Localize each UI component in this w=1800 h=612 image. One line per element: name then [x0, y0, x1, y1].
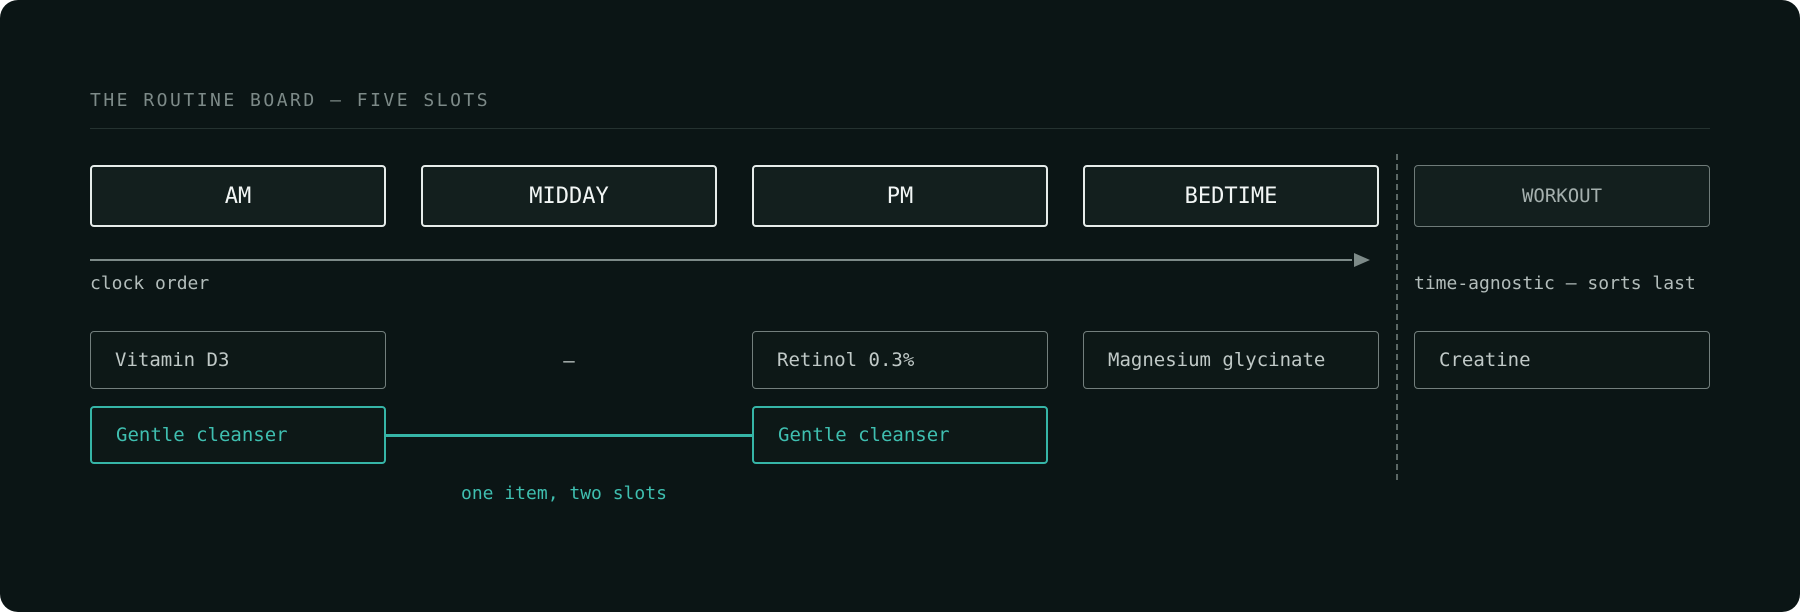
- title-divider: [90, 128, 1710, 129]
- item-vitamin-d3[interactable]: Vitamin D3: [90, 331, 386, 389]
- clock-order-arrow: [90, 253, 1370, 267]
- slot-header-pm[interactable]: PM: [752, 165, 1048, 227]
- slot-header-bedtime[interactable]: BEDTIME: [1083, 165, 1379, 227]
- item-retinol[interactable]: Retinol 0.3%: [752, 331, 1048, 389]
- workout-divider: [1396, 154, 1398, 480]
- clock-order-note: clock order: [90, 273, 210, 294]
- shared-item-connector: [386, 434, 752, 437]
- midday-empty-marker: —: [563, 350, 575, 372]
- time-agnostic-note: time-agnostic — sorts last: [1414, 273, 1696, 294]
- item-gentle-cleanser-am[interactable]: Gentle cleanser: [90, 406, 386, 464]
- shared-item-note: one item, two slots: [461, 483, 667, 504]
- slot-header-midday[interactable]: MIDDAY: [421, 165, 717, 227]
- item-creatine[interactable]: Creatine: [1414, 331, 1710, 389]
- slot-header-workout[interactable]: WORKOUT: [1414, 165, 1710, 227]
- routine-board: THE ROUTINE BOARD — FIVE SLOTS AM MIDDAY…: [0, 0, 1800, 612]
- item-gentle-cleanser-pm[interactable]: Gentle cleanser: [752, 406, 1048, 464]
- item-magnesium-glycinate[interactable]: Magnesium glycinate: [1083, 331, 1379, 389]
- board-title: THE ROUTINE BOARD — FIVE SLOTS: [90, 90, 491, 111]
- slot-header-am[interactable]: AM: [90, 165, 386, 227]
